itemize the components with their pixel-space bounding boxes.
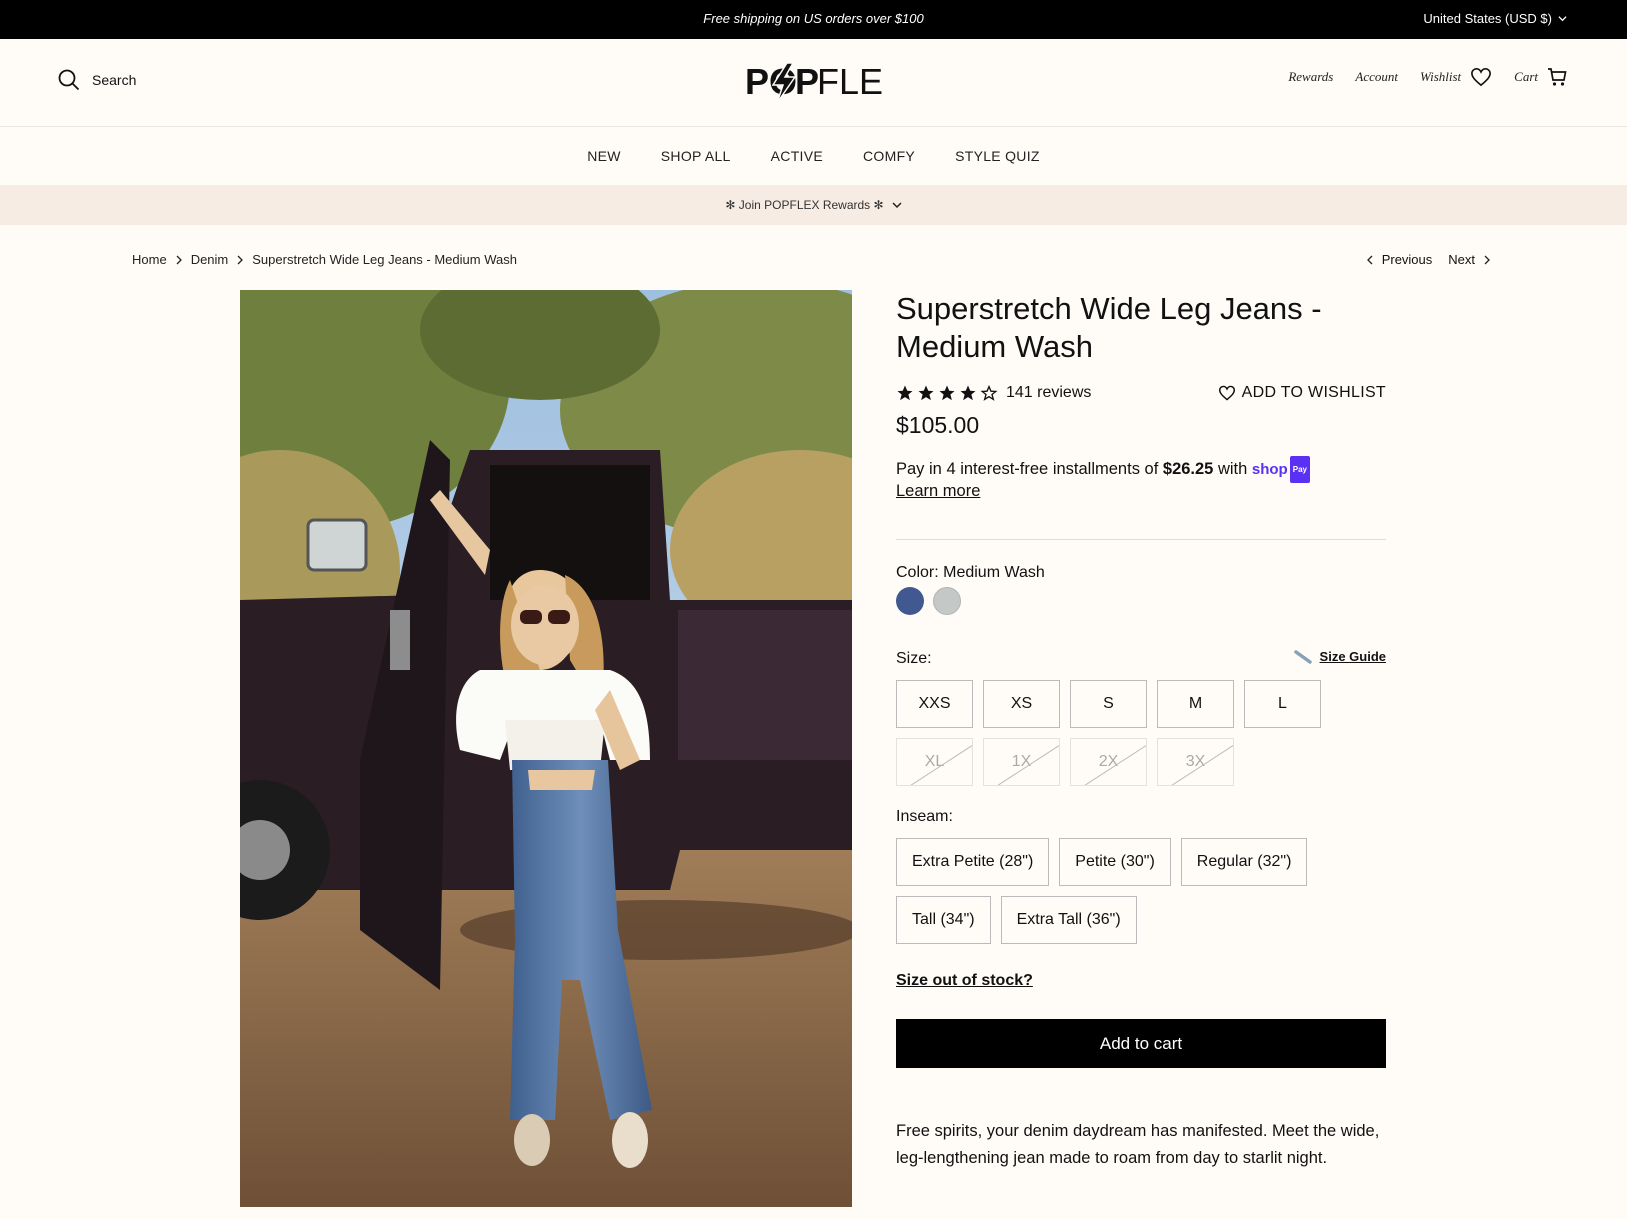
size-option-s[interactable]: S	[1070, 680, 1147, 728]
size-guide-label: Size Guide	[1319, 649, 1386, 664]
add-to-cart-button[interactable]: Add to cart	[896, 1019, 1386, 1068]
cart-icon	[1548, 68, 1567, 86]
breadcrumb-denim[interactable]: Denim	[191, 252, 229, 267]
inseam-option-extra-tall[interactable]: Extra Tall (36")	[1000, 896, 1137, 944]
size-option-xxs[interactable]: XXS	[896, 680, 973, 728]
product-info: Superstretch Wide Leg Jeans - Medium Was…	[896, 290, 1386, 1167]
announcement-message: Free shipping on US orders over $100	[703, 11, 924, 26]
rewards-banner-text: ✻ Join POPFLEX Rewards ✻	[725, 198, 884, 212]
color-label: Color: Medium Wash	[896, 564, 1045, 581]
size-options: XXS XS S M L XL 1X 2X 3X	[896, 680, 1336, 786]
size-option-xs[interactable]: XS	[983, 680, 1060, 728]
previous-link[interactable]: Previous	[1366, 252, 1433, 267]
svg-text:P: P	[795, 61, 819, 102]
inseam-option-extra-petite[interactable]: Extra Petite (28")	[896, 838, 1050, 886]
search-icon	[58, 69, 80, 91]
chevron-right-icon	[237, 255, 244, 264]
product-title: Superstretch Wide Leg Jeans - Medium Was…	[896, 291, 1322, 364]
previous-label: Previous	[1381, 252, 1433, 267]
size-option-m[interactable]: M	[1157, 680, 1234, 728]
heart-icon	[1471, 67, 1492, 87]
ruler-icon	[1293, 649, 1312, 664]
breadcrumb-current: Superstretch Wide Leg Jeans - Medium Was…	[252, 252, 517, 267]
heart-icon	[1218, 385, 1235, 401]
size-option-xl[interactable]: XL	[896, 738, 973, 786]
chevron-down-icon	[892, 202, 902, 209]
next-link[interactable]: Next	[1448, 252, 1491, 267]
wishlist-link[interactable]: Wishlist	[1420, 67, 1492, 87]
size-option-2x[interactable]: 2X	[1070, 738, 1147, 786]
star-filled-icon	[918, 385, 934, 401]
star-outline-icon	[980, 384, 998, 401]
product-photo	[240, 290, 852, 1207]
installment-suffix: with	[1217, 459, 1248, 478]
cart-label: Cart	[1514, 69, 1538, 84]
reviews-count[interactable]: 141 reviews	[1006, 384, 1091, 402]
add-to-wishlist-label: ADD TO WISHLIST	[1241, 384, 1386, 401]
rewards-banner[interactable]: ✻ Join POPFLEX Rewards ✻	[0, 185, 1627, 225]
search-button[interactable]: Search	[58, 69, 136, 91]
announcement-bar: Free shipping on US orders over $100 Uni…	[0, 0, 1627, 39]
product-image[interactable]	[240, 290, 852, 1207]
add-to-wishlist-button[interactable]: ADD TO WISHLIST	[1218, 384, 1386, 402]
rating-row: 141 reviews ADD TO WISHLIST	[896, 384, 1386, 402]
svg-text:FLEX: FLEX	[817, 61, 883, 102]
currency-selector[interactable]: United States (USD $)	[1423, 11, 1567, 26]
chevron-left-icon	[1366, 255, 1373, 264]
breadcrumb-home[interactable]: Home	[132, 252, 167, 267]
product-pager: Previous Next	[1366, 252, 1491, 267]
size-option-3x[interactable]: 3X	[1157, 738, 1234, 786]
shop-pay-badge: Pay	[1289, 456, 1310, 483]
inseam-option-regular[interactable]: Regular (32")	[1180, 838, 1308, 886]
chevron-right-icon	[1484, 255, 1490, 264]
search-label: Search	[92, 72, 137, 88]
star-filled-icon	[960, 385, 976, 401]
swatch-light-wash[interactable]	[933, 587, 961, 615]
currency-label: United States (USD $)	[1423, 11, 1552, 26]
installment-prefix: Pay in 4 interest-free installments of	[896, 459, 1159, 478]
main-nav: NEW SHOP ALL ACTIVE COMFY STYLE QUIZ	[0, 127, 1627, 185]
product-price: $105.00	[896, 412, 980, 438]
shop-pay-brand: shop	[1251, 461, 1288, 478]
star-filled-icon	[939, 385, 955, 401]
chevron-down-icon	[1558, 16, 1567, 22]
nav-item-style-quiz[interactable]: STYLE QUIZ	[955, 148, 1040, 164]
divider	[896, 539, 1386, 540]
size-option-l[interactable]: L	[1244, 680, 1321, 728]
swatch-medium-wash[interactable]	[896, 587, 924, 615]
size-label: Size:	[896, 650, 932, 667]
nav-item-shop-all[interactable]: SHOP ALL	[661, 148, 731, 164]
color-swatches	[896, 587, 961, 615]
inseam-option-tall[interactable]: Tall (34")	[896, 896, 991, 944]
rewards-link[interactable]: Rewards	[1288, 69, 1333, 85]
chevron-right-icon	[176, 255, 182, 264]
installment-amount: $26.25	[1162, 459, 1214, 478]
size-out-of-stock-link[interactable]: Size out of stock?	[896, 972, 1033, 990]
star-rating[interactable]: 141 reviews	[896, 384, 1091, 402]
product-description: Free spirits, your denim daydream has ma…	[896, 1122, 1380, 1167]
shop-pay-logo: shop Pay	[1252, 456, 1310, 483]
site-header: Search PO P FLEX Rewards Account Wishlis…	[0, 39, 1627, 127]
nav-item-active[interactable]: ACTIVE	[771, 148, 823, 164]
learn-more-link[interactable]: Learn more	[896, 482, 980, 501]
breadcrumb: Home Denim Superstretch Wide Leg Jeans -…	[132, 252, 517, 267]
account-link[interactable]: Account	[1355, 69, 1398, 85]
cart-link[interactable]: Cart	[1514, 67, 1567, 87]
size-guide-link[interactable]: Size Guide	[1293, 649, 1386, 664]
size-option-1x[interactable]: 1X	[983, 738, 1060, 786]
wishlist-label: Wishlist	[1419, 69, 1462, 84]
inseam-options: Extra Petite (28") Petite (30") Regular …	[896, 838, 1386, 944]
inseam-label: Inseam:	[896, 808, 953, 825]
inseam-option-petite[interactable]: Petite (30")	[1059, 838, 1171, 886]
next-label: Next	[1448, 252, 1475, 267]
popflex-logo[interactable]: PO P FLEX	[743, 59, 883, 105]
nav-item-comfy[interactable]: COMFY	[863, 148, 915, 164]
nav-item-new[interactable]: NEW	[587, 148, 621, 164]
installment-message: Pay in 4 interest-free installments of $…	[896, 456, 1386, 483]
star-filled-icon	[897, 385, 913, 401]
